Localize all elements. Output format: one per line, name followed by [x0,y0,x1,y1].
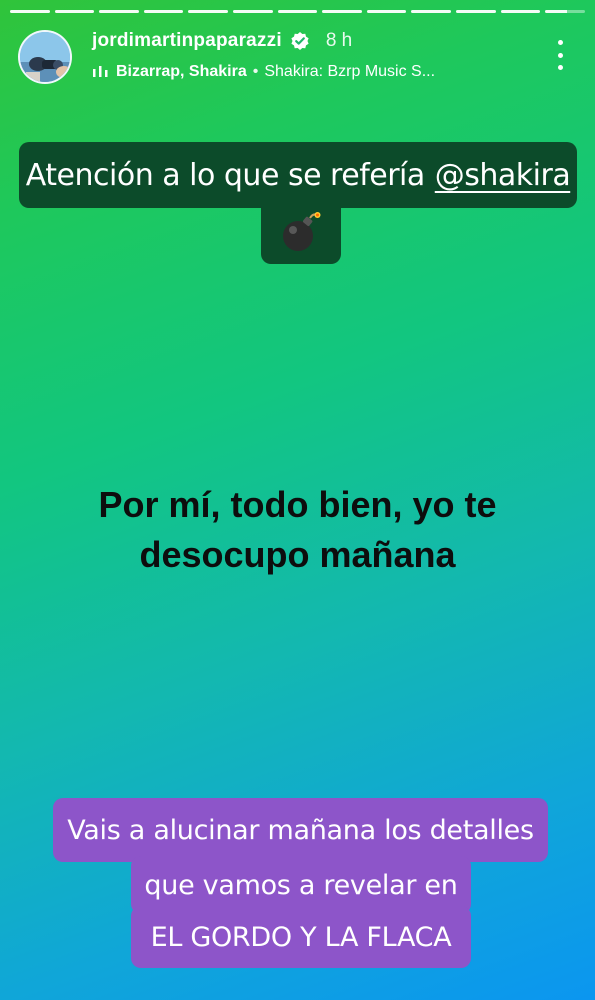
story-progress-bar [10,10,585,14]
user-info: jordimartinpaparazzi 8 h [92,30,352,52]
progress-segment [143,10,184,13]
progress-segment [188,10,229,13]
progress-segment [99,10,139,13]
caption-top: Atención a lo que se refería @shakira [19,142,577,208]
music-artists: Bizarrap, Shakira [116,63,247,80]
music-separator: • [252,63,259,80]
avatar-photo-icon [20,32,70,82]
more-options-button[interactable] [555,40,565,70]
main-text-line-1: Por mí, todo bien, yo te [98,484,497,525]
main-text-line-2: desocupo mañana [139,534,456,575]
progress-segment [411,10,452,13]
bomb-icon [283,212,321,251]
progress-segment [54,10,95,13]
caption-top-emoji-box [261,200,341,264]
progress-segment [233,10,273,13]
caption-top-text: Atención a lo que se refería [25,157,425,193]
caption-bottom-line-3: EL GORDO Y LA FLACA [131,906,471,968]
story-main-text: Por mí, todo bien, yo te desocupo mañana [20,480,575,580]
username[interactable]: jordimartinpaparazzi [92,30,282,52]
music-equalizer-icon [93,66,108,77]
more-vertical-icon-dot [557,52,563,58]
post-time: 8 h [325,30,353,51]
avatar[interactable] [18,30,72,84]
progress-segment [277,10,318,13]
verified-badge-icon [291,32,309,50]
progress-segment [10,10,50,13]
progress-segment [366,10,407,13]
progress-segment [456,10,496,13]
progress-segment [322,10,362,13]
progress-segment [545,10,585,13]
story-header: jordimartinpaparazzi 8 h Bizarrap, Shaki… [18,28,577,86]
music-track: Shakira: Bzrp Music S... [264,63,436,80]
caption-bottom-line-1: Vais a alucinar mañana los detalles [53,798,548,862]
mention-link[interactable]: @shakira [435,158,571,193]
music-info[interactable]: Bizarrap, Shakira • Shakira: Bzrp Music … [92,63,435,81]
progress-segment [500,10,541,13]
more-vertical-icon [557,40,563,45]
more-vertical-icon-dot [557,65,563,70]
